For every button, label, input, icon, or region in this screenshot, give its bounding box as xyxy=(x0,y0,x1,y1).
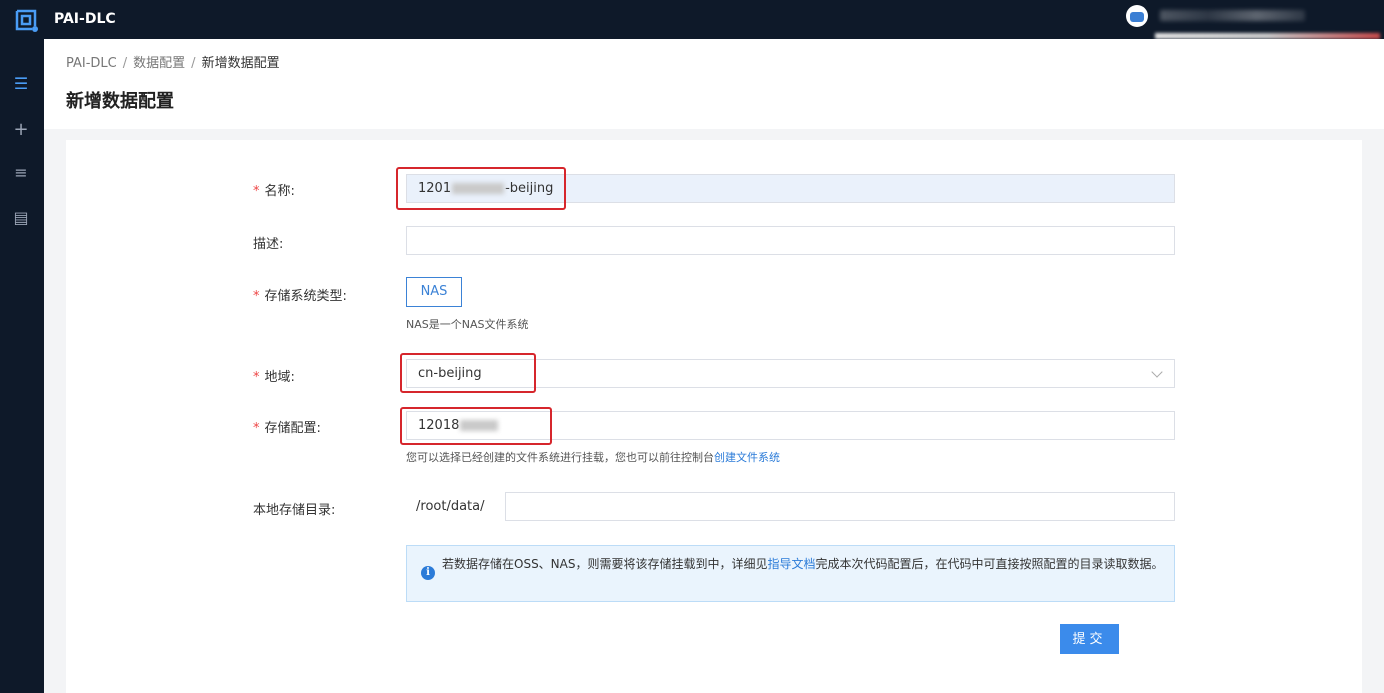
document-icon[interactable]: ▤ xyxy=(12,209,30,227)
breadcrumb-item-pai-dlc[interactable]: PAI-DLC xyxy=(66,56,117,71)
storage-type-hint: NAS是一个NAS文件系统 xyxy=(406,318,529,331)
local-dir-input[interactable] xyxy=(505,492,1175,521)
menu-collapse-icon[interactable]: ☰ xyxy=(12,75,30,93)
highlight-box-storage-config xyxy=(400,407,552,445)
list-icon[interactable]: ≡ xyxy=(12,164,30,182)
storage-config-label: * 存储配置: xyxy=(253,421,321,436)
name-label: * 名称: xyxy=(253,184,295,199)
app-title: PAI-DLC xyxy=(54,11,116,27)
storage-config-hint: 您可以选择已经创建的文件系统进行挂载，您也可以前往控制台创建文件系统 xyxy=(406,451,780,464)
submit-button[interactable]: 提交 xyxy=(1060,624,1119,654)
guide-doc-link[interactable]: 指导文档 xyxy=(768,557,816,571)
breadcrumb-separator: / xyxy=(191,56,196,71)
highlight-box-name xyxy=(396,167,566,210)
storage-type-nas-option[interactable]: NAS xyxy=(406,277,462,307)
highlight-box-region xyxy=(400,353,536,393)
page-title: 新增数据配置 xyxy=(66,91,174,112)
local-dir-prefix: /root/data/ xyxy=(416,499,485,514)
info-alert: i 若数据存储在OSS、NAS，则需要将该存储挂载到中，详细见指导文档完成本次代… xyxy=(406,545,1175,602)
sidebar: ☰ + ≡ ▤ xyxy=(0,39,44,693)
user-name-redacted[interactable] xyxy=(1160,10,1305,21)
region-label: * 地域: xyxy=(253,370,295,385)
page-header: PAI-DLC / 数据配置 / 新增数据配置 新增数据配置 xyxy=(44,39,1384,129)
info-icon: i xyxy=(421,566,435,580)
local-dir-label: 本地存储目录: xyxy=(253,503,336,518)
alert-text: 若数据存储在OSS、NAS，则需要将该存储挂载到中，详细见指导文档完成本次代码配… xyxy=(442,557,1164,571)
breadcrumb-item-data-config[interactable]: 数据配置 xyxy=(133,56,185,71)
storage-type-label: * 存储系统类型: xyxy=(253,289,347,304)
breadcrumb-item-current: 新增数据配置 xyxy=(201,56,280,71)
breadcrumb-separator: / xyxy=(122,56,128,71)
create-filesystem-link[interactable]: 创建文件系统 xyxy=(714,451,780,464)
description-input[interactable] xyxy=(406,226,1175,255)
logo-icon[interactable] xyxy=(12,6,40,34)
plus-icon[interactable]: + xyxy=(12,121,30,139)
top-bar: PAI-DLC xyxy=(0,0,1384,39)
user-avatar[interactable] xyxy=(1126,5,1148,27)
breadcrumb: PAI-DLC / 数据配置 / 新增数据配置 xyxy=(66,52,280,71)
description-label: 描述: xyxy=(253,237,284,252)
